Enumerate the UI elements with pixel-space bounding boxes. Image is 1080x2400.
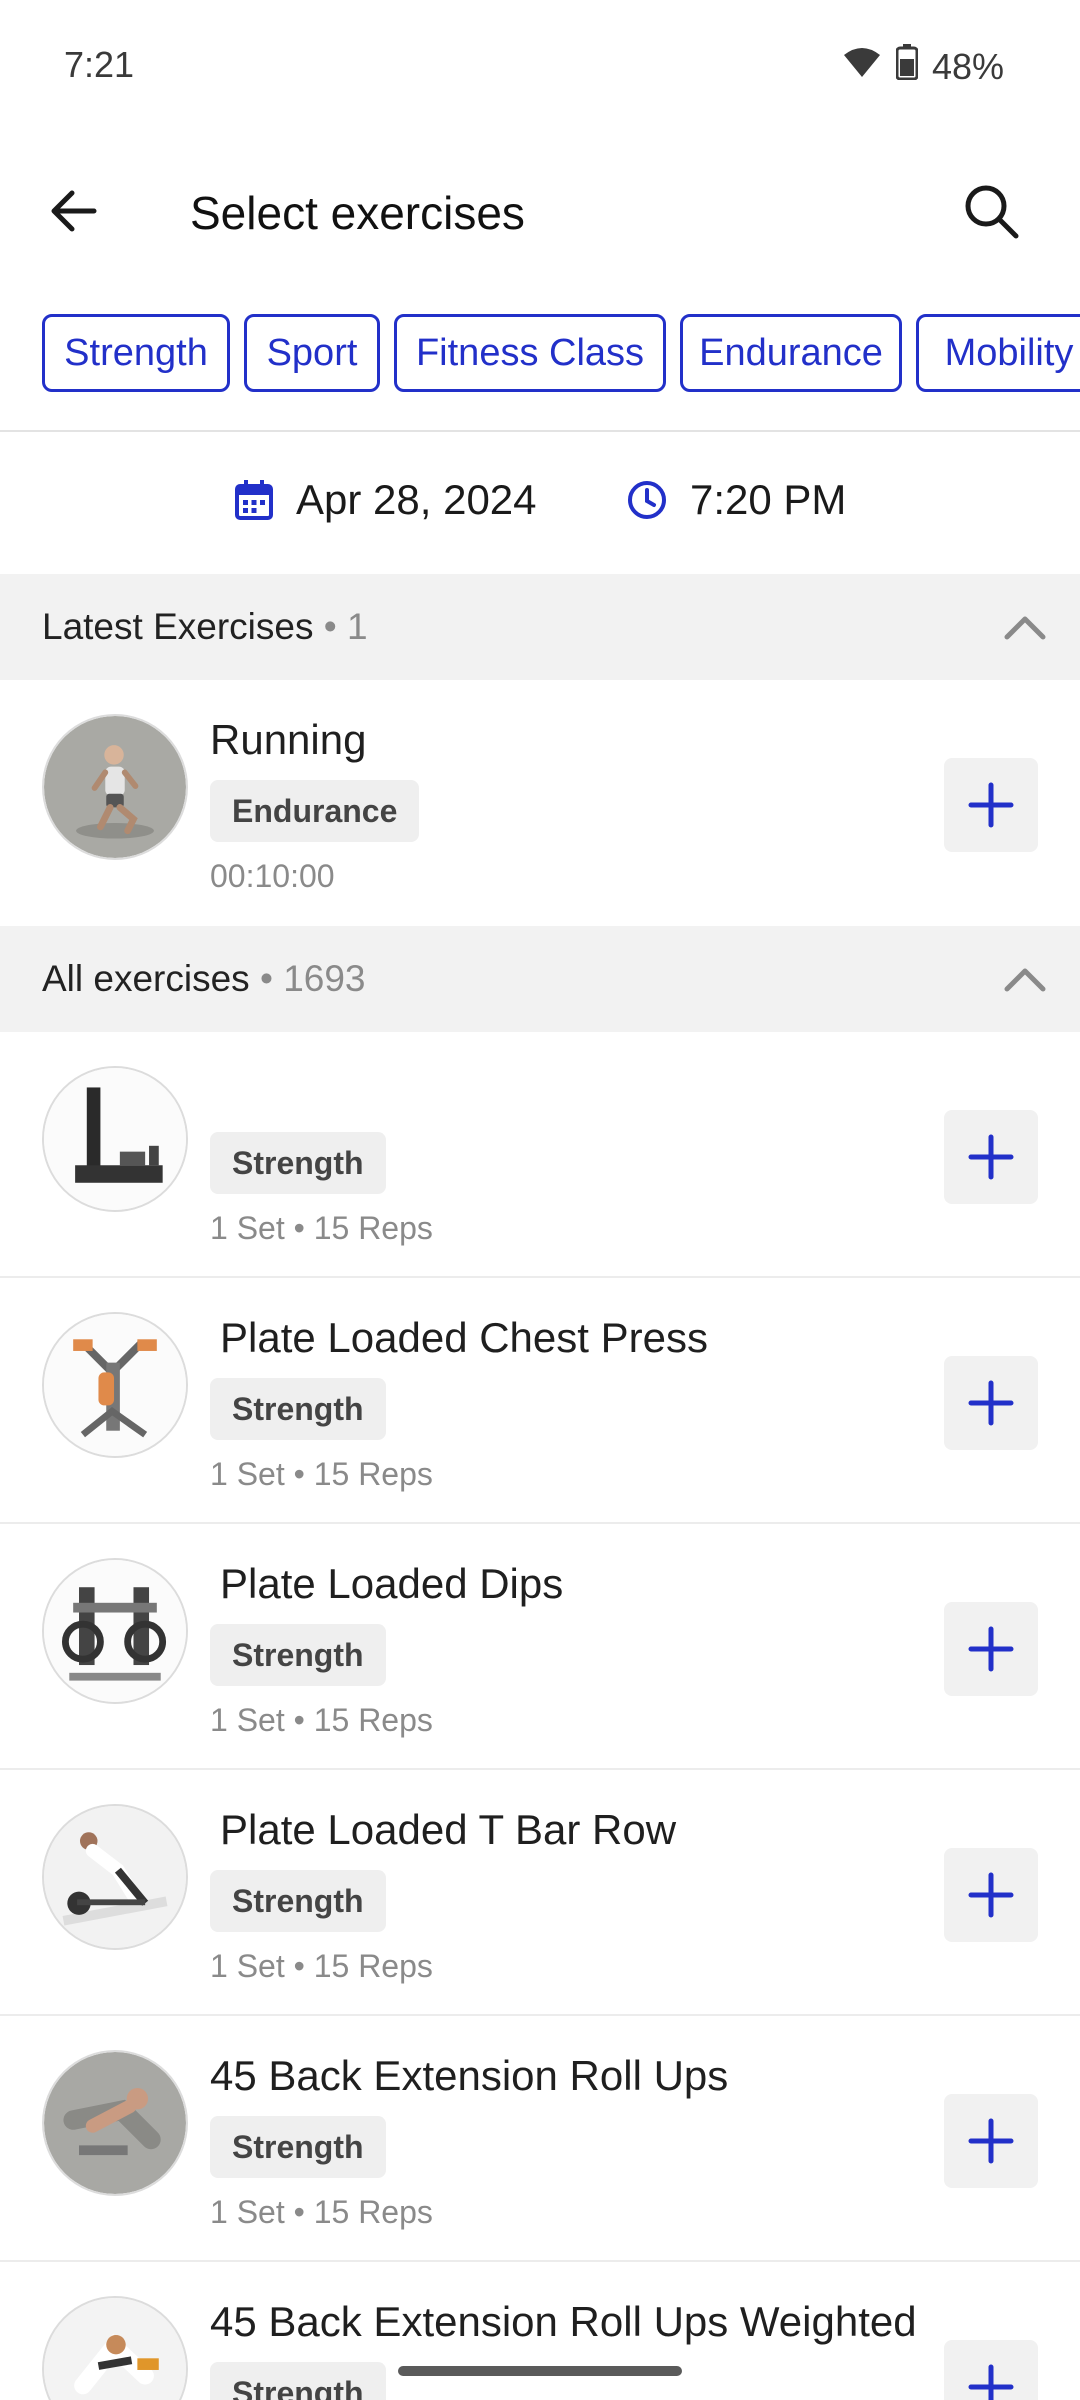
collapse-button[interactable] (1000, 954, 1050, 1004)
filter-chip-strength[interactable]: Strength (42, 314, 230, 392)
collapse-button[interactable] (1000, 602, 1050, 652)
exercise-thumbnail (42, 1312, 188, 1458)
back-button[interactable] (42, 180, 104, 242)
chevron-up-icon (1004, 616, 1046, 640)
calendar-icon (235, 480, 273, 520)
add-exercise-button[interactable] (944, 1602, 1038, 1696)
add-exercise-button[interactable] (944, 1848, 1038, 1942)
wifi-icon (842, 46, 882, 88)
battery-percent: 48% (931, 45, 1004, 87)
exercise-details: 1 Set • 15 Reps (210, 2194, 433, 2230)
exercise-details: 1 Set • 15 Reps (210, 1210, 433, 1246)
add-exercise-button[interactable] (944, 2340, 1038, 2400)
exercise-thumbnail (42, 2050, 188, 2196)
plus-icon (968, 1380, 1014, 1426)
exercise-name: Plate Loaded T Bar Row (220, 1806, 677, 1853)
section-title: Latest Exercises • 1 (42, 606, 368, 648)
category-tag: Strength (210, 1132, 386, 1194)
exercise-details: 1 Set • 15 Reps (210, 1702, 433, 1738)
battery-icon (895, 44, 919, 89)
filter-chip-fitness-class[interactable]: Fitness Class (394, 314, 666, 392)
filter-chip-endurance[interactable]: Endurance (680, 314, 902, 392)
status-icons: 48% (842, 44, 1004, 89)
exercise-thumbnail (42, 714, 188, 860)
plus-icon (968, 782, 1014, 828)
add-exercise-button[interactable] (944, 1110, 1038, 1204)
time-picker[interactable]: 7:20 PM (626, 476, 846, 524)
all-exercises-title: All exercises (42, 958, 250, 999)
exercise-details: 1 Set • 15 Reps (210, 1456, 433, 1492)
arrow-left-icon (51, 190, 97, 232)
page-title: Select exercises (190, 187, 525, 239)
list-item[interactable]: Running Endurance 00:10:00 (0, 680, 1080, 926)
latest-exercises-header[interactable]: Latest Exercises • 1 (0, 574, 1080, 680)
home-indicator[interactable] (398, 2366, 682, 2376)
plus-icon (968, 1872, 1014, 1918)
filter-chip-mobility[interactable]: Mobility (916, 314, 1080, 392)
exercise-thumbnail (42, 1066, 188, 1212)
latest-exercises-title: Latest Exercises (42, 606, 314, 647)
add-exercise-button[interactable] (944, 2094, 1038, 2188)
category-tag: Strength (210, 1378, 386, 1440)
add-exercise-button[interactable] (944, 1356, 1038, 1450)
list-item[interactable]: Plate Loaded Dips Strength 1 Set • 15 Re… (0, 1524, 1080, 1770)
list-item[interactable]: Strength 1 Set • 15 Reps (0, 1032, 1080, 1278)
category-tag: Strength (210, 2362, 386, 2400)
cable-machine-icon (44, 1068, 186, 1210)
category-tag: Endurance (210, 780, 420, 842)
exercise-name: Plate Loaded Dips (220, 1560, 564, 1607)
selected-date: Apr 28, 2024 (296, 476, 537, 523)
category-tag: Strength (210, 2116, 386, 2178)
latest-exercises-count: • 1 (323, 606, 368, 647)
back-extension-figure-icon (44, 2052, 186, 2194)
exercise-thumbnail (42, 2296, 188, 2400)
exercise-name: Running (210, 716, 367, 763)
back-extension-weighted-figure-icon (44, 2298, 186, 2400)
search-icon (965, 185, 1019, 239)
search-button[interactable] (958, 178, 1024, 244)
filter-chip-sport[interactable]: Sport (244, 314, 380, 392)
list-item[interactable]: Plate Loaded Chest Press Strength 1 Set … (0, 1278, 1080, 1524)
status-bar: 7:21 48% (0, 0, 1080, 130)
chest-press-machine-icon (44, 1314, 186, 1456)
date-picker[interactable]: Apr 28, 2024 (234, 476, 537, 524)
exercise-thumbnail (42, 1558, 188, 1704)
dips-machine-icon (44, 1560, 186, 1702)
exercise-thumbnail (42, 1804, 188, 1950)
status-time: 7:21 (64, 44, 135, 85)
chevron-up-icon (1004, 968, 1046, 992)
category-filter-chips: Strength Sport Fitness Class Endurance M… (0, 314, 1080, 400)
exercise-name: Plate Loaded Chest Press (220, 1314, 708, 1361)
clock-icon (628, 481, 666, 519)
plus-icon (968, 2118, 1014, 2164)
plus-icon (968, 1134, 1014, 1180)
category-tag: Strength (210, 1624, 386, 1686)
list-item[interactable]: 45 Back Extension Roll Ups Weighted Stre… (0, 2262, 1080, 2400)
list-item[interactable]: 45 Back Extension Roll Ups Strength 1 Se… (0, 2016, 1080, 2262)
all-exercises-count: • 1693 (259, 958, 366, 999)
category-tag: Strength (210, 1870, 386, 1932)
all-exercises-header[interactable]: All exercises • 1693 (0, 926, 1080, 1032)
running-figure-icon (44, 716, 186, 858)
exercise-name: 45 Back Extension Roll Ups Weighted (210, 2298, 917, 2345)
exercise-details: 1 Set • 15 Reps (210, 1948, 433, 1984)
add-exercise-button[interactable] (944, 758, 1038, 852)
date-time-bar: Apr 28, 2024 7:20 PM (0, 432, 1080, 574)
exercise-details: 00:10:00 (210, 858, 335, 894)
t-bar-row-figure-icon (44, 1806, 186, 1948)
plus-icon (968, 1626, 1014, 1672)
list-item[interactable]: Plate Loaded T Bar Row Strength 1 Set • … (0, 1770, 1080, 2016)
exercise-name: 45 Back Extension Roll Ups (210, 2052, 729, 2099)
app-bar: Select exercises (0, 150, 1080, 270)
plus-icon (968, 2364, 1014, 2400)
selected-time: 7:20 PM (690, 476, 847, 523)
section-title: All exercises • 1693 (42, 958, 366, 1000)
